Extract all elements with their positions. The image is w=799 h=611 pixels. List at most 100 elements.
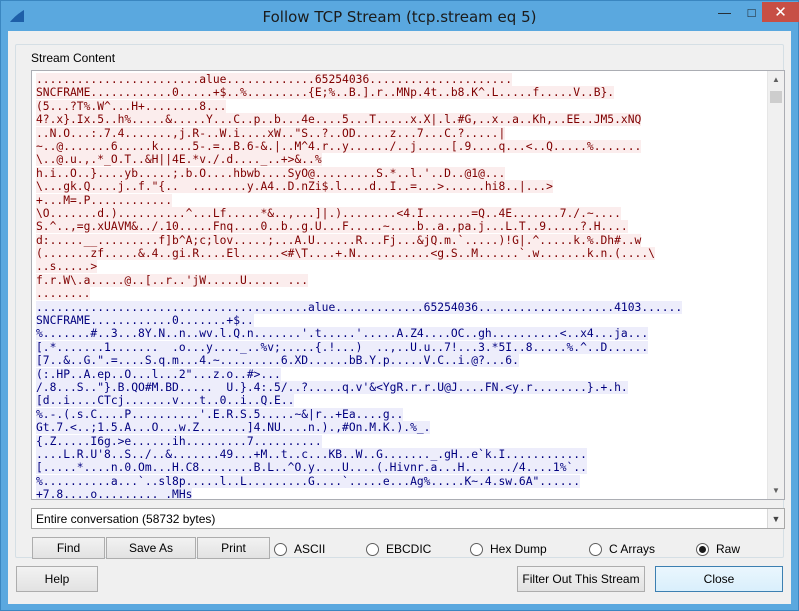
close-button-label: Close [703, 572, 735, 586]
server-stream-line: SNCFRAME............0.......+$.. [36, 314, 767, 328]
stream-line-text: (.......zf.....&.4..gi.R....El......<#\T… [36, 247, 655, 261]
client-stream-line: ..s.....> [36, 260, 767, 274]
radio-circle[interactable] [589, 542, 602, 556]
stream-line-text: SNCFRAME............0.......+$.. [36, 314, 254, 328]
group-label: Stream Content [29, 51, 118, 65]
radio-ebcdic[interactable]: EBCDIC [366, 541, 431, 557]
client-stream-line: SNCFRAME............0.....+$..%.........… [36, 86, 767, 100]
scroll-thumb[interactable] [770, 91, 782, 103]
vertical-scrollbar[interactable]: ▲ ▼ [767, 71, 784, 499]
radio-circle-checked[interactable] [696, 542, 709, 556]
server-stream-line: (:.HP..A.ep..O...l...2"...z.o..#>... [36, 367, 767, 381]
stream-line-text: [.....*....n.0.Om...H.C8........B.L..^O.… [36, 461, 587, 475]
radio-label-hex-dump: Hex Dump [490, 542, 547, 556]
conversation-select-value: Entire conversation (58732 bytes) [36, 512, 216, 526]
stream-line-text: ........ [36, 287, 91, 301]
server-stream-line: %..........a...`..sl8p.....l..L.........… [36, 474, 767, 488]
stream-line-text: ..s.....> [36, 260, 98, 274]
server-stream-line: [7..&..G.".=....S.q.m...4.~.........6.XD… [36, 354, 767, 368]
stream-text-view[interactable]: ........................alue............… [31, 70, 785, 500]
stream-line-text: %.-.(.s.C....P..........'.E.R.S.5.....~&… [36, 407, 404, 421]
radio-label-raw: Raw [716, 542, 741, 556]
server-stream-line: %.-.(.s.C....P..........'.E.R.S.5.....~&… [36, 407, 767, 421]
client-stream-line: f.r.W\.a.....@..[..r..'jW.....U..... ... [36, 273, 767, 287]
server-stream-line: Gt.7.<..;1.5.A...O...w.Z.......]4.NU....… [36, 421, 767, 435]
stream-line-text: %..........a...`..sl8p.....l..L.........… [36, 474, 581, 488]
server-stream-line: [.*.......1....... .o...y...._..%v;.....… [36, 340, 767, 354]
window-title: Follow TCP Stream (tcp.stream eq 5) [262, 8, 537, 26]
stream-line-text: [.*.......1....... .o...y...._..%v;.....… [36, 340, 649, 354]
server-stream-line: ........................................… [36, 300, 767, 314]
stream-line-text: ........................................… [36, 300, 683, 314]
stream-line-text: ~..@.......6.....k.....5-.=..B.6-&.|..M^… [36, 139, 642, 153]
stream-line-text: 4?.x}.Ix.5..h%.....&.....Y...C..p..b...4… [36, 113, 642, 127]
stream-line-text: h.i..O..}....yb.....;.b.O....hbwb....SyO… [36, 166, 506, 180]
server-stream-line: [.....*....n.0.Om...H.C8........B.L..^O.… [36, 461, 767, 475]
stream-line-text: +7.8....o........._.MHs [36, 488, 193, 500]
help-button[interactable]: Help [16, 566, 98, 592]
scroll-up-arrow-icon[interactable]: ▲ [768, 71, 784, 88]
save-as-button[interactable]: Save As [106, 537, 196, 559]
client-stream-line: ..N.O...:.7.4.......,j.R-..W.i....xW.."S… [36, 126, 767, 140]
client-stream-line: ........ [36, 287, 767, 301]
server-stream-line: /.8...S.."}.B.QO#M.BD..... U.}.4:.5/..?.… [36, 380, 767, 394]
client-stream-line: \O.......d.)..........^...Lf.....*&..,..… [36, 206, 767, 220]
filter-out-button-label: Filter Out This Stream [522, 572, 640, 586]
stream-line-text: \...gk.Q....j..f."{.. ........y.A4..D.nZ… [36, 180, 553, 194]
conversation-select[interactable]: Entire conversation (58732 bytes) ▼ [31, 508, 785, 529]
find-button-label: Find [56, 541, 81, 555]
server-stream-line: [d..i....CTcj.......v...t..0..i..Q.E.. [36, 394, 767, 408]
radio-c-arrays[interactable]: C Arrays [589, 541, 655, 557]
stream-line-text: ..N.O...:.7.4.......,j.R-..W.i....xW.."S… [36, 126, 506, 140]
server-stream-line: ....L.R.U'8..S../..&.......49...+M..t..c… [36, 447, 767, 461]
radio-label-c-arrays: C Arrays [609, 542, 656, 556]
help-button-label: Help [44, 572, 70, 586]
client-stream-line: \...gk.Q....j..f."{.. ........y.A4..D.nZ… [36, 180, 767, 194]
server-stream-line: %.......#..3...8Y.N..n..wv.l.Q.n.......'… [36, 327, 767, 341]
maximize-button[interactable]: □ [738, 2, 765, 22]
radio-raw[interactable]: Raw [696, 541, 740, 557]
radio-circle[interactable] [470, 542, 483, 556]
radio-circle[interactable] [274, 542, 287, 556]
stream-line-text: {.Z.....I6g.>e......ih.........7........… [36, 434, 322, 448]
title-bar[interactable]: Follow TCP Stream (tcp.stream eq 5) — □ … [1, 1, 799, 31]
client-stream-line: +...M=.P............ [36, 193, 767, 207]
radio-hex-dump[interactable]: Hex Dump [470, 541, 547, 557]
close-window-button[interactable]: ✕ [762, 2, 799, 22]
client-stream-line: S.^..,=g.xUAVM&../.10.....Fnq....0..b..g… [36, 220, 767, 234]
print-button-label: Print [221, 541, 246, 555]
stream-line-text: [d..i....CTcj.......v...t..0..i..Q.E.. [36, 394, 295, 408]
print-button[interactable]: Print [197, 537, 270, 559]
filter-out-stream-button[interactable]: Filter Out This Stream [517, 566, 645, 592]
scroll-down-arrow-icon[interactable]: ▼ [768, 482, 784, 499]
stream-lines: ........................alue............… [36, 73, 767, 500]
server-stream-line: +7.8....o........._.MHs [36, 488, 767, 500]
stream-line-text: [7..&..G.".=....S.q.m...4.~.........6.XD… [36, 354, 519, 368]
stream-line-text: S.^..,=g.xUAVM&../.10.....Fnq....0..b..g… [36, 220, 628, 234]
stream-content-group: Stream Content ........................a… [15, 44, 785, 559]
find-button[interactable]: Find [32, 537, 105, 559]
stream-line-text: f.r.W\.a.....@..[..r..'jW.....U..... ... [36, 273, 309, 287]
client-stream-line: 4?.x}.Ix.5..h%.....&.....Y...C..p..b...4… [36, 113, 767, 127]
minimize-button[interactable]: — [711, 2, 738, 22]
client-stream-line: ~..@.......6.....k.....5-.=..B.6-&.|..M^… [36, 139, 767, 153]
client-stream-line: ........................alue............… [36, 73, 767, 86]
stream-line-text: ....L.R.U'8..S../..&.......49...+M..t..c… [36, 447, 587, 461]
stream-line-text: /.8...S.."}.B.QO#M.BD..... U.}.4:.5/..?.… [36, 380, 628, 394]
dialog-body: Stream Content ........................a… [8, 31, 791, 604]
radio-circle[interactable] [366, 542, 379, 556]
stream-line-text: \..@.u.,.*_O.T..&H||4E.*v./.d...._..+>&.… [36, 153, 322, 167]
radio-ascii[interactable]: ASCII [274, 541, 325, 557]
stream-line-text: +...M=.P............ [36, 193, 173, 207]
follow-tcp-stream-window: Follow TCP Stream (tcp.stream eq 5) — □ … [0, 0, 799, 611]
close-button[interactable]: Close [655, 566, 783, 592]
radio-label-ebcdic: EBCDIC [386, 542, 432, 556]
client-stream-line: (.......zf.....&.4..gi.R....El......<#\T… [36, 247, 767, 261]
client-stream-line: d:.....__.........f]b^A;c;lov.....;...A.… [36, 233, 767, 247]
client-stream-line: h.i..O..}....yb.....;.b.O....hbwb....SyO… [36, 166, 767, 180]
radio-label-ascii: ASCII [294, 542, 326, 556]
stream-line-text: SNCFRAME............0.....+$..%.........… [36, 86, 615, 100]
server-stream-line: {.Z.....I6g.>e......ih.........7........… [36, 434, 767, 448]
stream-line-text: (:.HP..A.ep..O...l...2"...z.o..#>... [36, 367, 281, 381]
chevron-down-icon[interactable]: ▼ [767, 509, 784, 528]
